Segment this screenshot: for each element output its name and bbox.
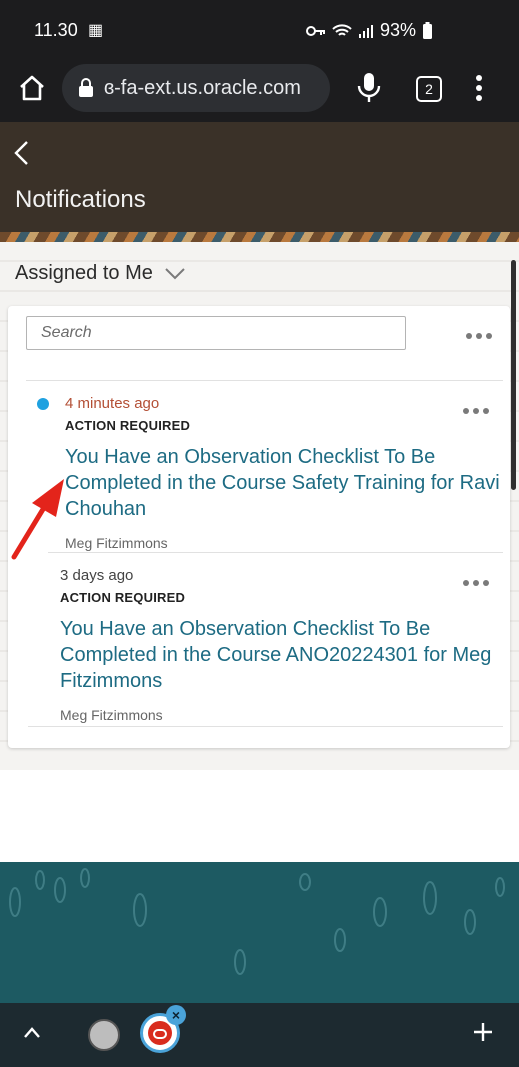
notification-sender: Meg Fitzimmons: [65, 535, 168, 551]
browser-toolbar: ɞ-fa-ext.us.oracle.com 2: [0, 58, 519, 122]
home-icon[interactable]: [18, 74, 46, 102]
notification-status: ACTION REQUIRED: [60, 590, 186, 605]
back-icon[interactable]: [12, 140, 34, 166]
status-bar: 11.30 ▦ 93%: [0, 0, 519, 58]
more-icon[interactable]: [463, 580, 491, 588]
search-input[interactable]: [26, 316, 406, 350]
notification-status: ACTION REQUIRED: [65, 418, 191, 433]
page-title: Notifications: [15, 186, 146, 213]
chevron-down-icon: [165, 267, 185, 279]
menu-icon[interactable]: [476, 74, 482, 102]
notifications-panel: Assigned to Me 4 minutes ago ACTION REQU…: [0, 242, 519, 770]
key-icon: [305, 25, 325, 36]
status-icons: 93%: [305, 20, 433, 41]
wifi-icon: [332, 23, 352, 36]
battery-icon: [423, 21, 432, 39]
notification-title-link[interactable]: You Have an Observation Checklist To Be …: [60, 616, 500, 694]
filter-dropdown[interactable]: Assigned to Me: [15, 262, 185, 285]
url-text: ɞ-fa-ext.us.oracle.com: [104, 77, 301, 99]
decorative-footer: [0, 862, 519, 1003]
oracle-logo: [148, 1021, 172, 1045]
notification-time: 3 days ago: [60, 567, 134, 584]
tab-bubble[interactable]: [88, 1019, 120, 1051]
scrollbar[interactable]: [511, 260, 516, 490]
address-bar[interactable]: ɞ-fa-ext.us.oracle.com: [62, 64, 330, 112]
signal-icon: [358, 24, 373, 38]
close-icon[interactable]: ×: [166, 1005, 186, 1025]
plus-icon[interactable]: [472, 1021, 494, 1043]
up-icon[interactable]: [22, 1025, 42, 1039]
battery-text: 93%: [379, 20, 416, 40]
notification-title-link[interactable]: You Have an Observation Checklist To Be …: [65, 444, 501, 522]
status-time: 11.30: [34, 20, 78, 40]
blank-area: [0, 770, 519, 862]
mic-icon[interactable]: [356, 72, 382, 104]
decorative-band: [0, 232, 519, 242]
more-icon[interactable]: [466, 333, 494, 341]
more-icon[interactable]: [463, 408, 491, 416]
notification-time: 4 minutes ago: [65, 395, 160, 412]
bottom-toolbar: ×: [0, 1003, 519, 1067]
notification-item[interactable]: 3 days ago ACTION REQUIRED You Have an O…: [8, 553, 510, 733]
sim-icon: ▦: [88, 22, 104, 39]
filter-label: Assigned to Me: [15, 262, 153, 284]
app-header: Notifications: [0, 122, 519, 232]
notification-item[interactable]: 4 minutes ago ACTION REQUIRED You Have a…: [8, 381, 510, 553]
footer-pattern: [9, 868, 505, 975]
tab-switcher-button[interactable]: 2: [416, 76, 442, 102]
unread-indicator: [37, 398, 49, 410]
notification-sender: Meg Fitzimmons: [60, 707, 163, 723]
notifications-card: 4 minutes ago ACTION REQUIRED You Have a…: [8, 306, 510, 748]
divider: [28, 726, 503, 727]
lock-icon: [79, 78, 93, 97]
